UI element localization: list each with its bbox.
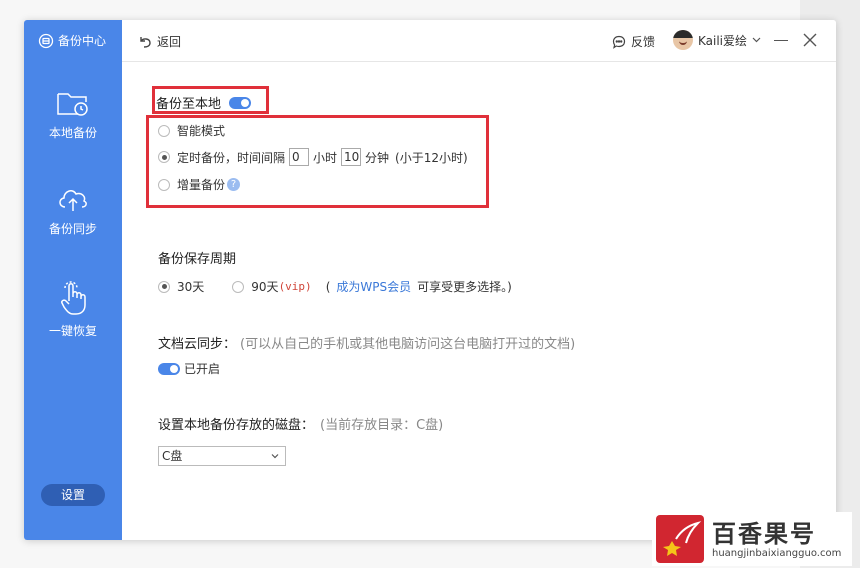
cloud-sync-note: (可以从自己的手机或其他电脑访问这台电脑打开过的文档)	[240, 337, 576, 352]
retention-note-open: (	[325, 279, 331, 294]
watermark-name: 百香果号	[712, 519, 816, 548]
cloud-sync-toggle[interactable]	[158, 362, 180, 375]
sidebar-item-local-backup[interactable]: 本地备份	[24, 88, 122, 141]
cloud-sync-row: 文档云同步： (可以从自己的手机或其他电脑访问这台电脑打开过的文档)	[158, 333, 575, 352]
back-label: 返回	[157, 35, 182, 49]
settings-content: 备份至本地 智能模式 定时备份，时间间隔 小时 分钟 (小于12小时) 增量备份…	[122, 63, 836, 540]
top-bar: 返回 反馈 Kaili爱绘	[122, 20, 836, 62]
avatar	[673, 30, 693, 50]
folder-clock-icon	[57, 93, 88, 116]
disk-note: (当前存放目录：C盘)	[320, 418, 444, 433]
retention-title-row: 备份保存周期	[158, 248, 236, 267]
watermark: 百香果号 huangjinbaixiangguo.com	[652, 512, 852, 566]
disk-select[interactable]: C盘	[158, 446, 286, 466]
back-button[interactable]: 返回	[138, 33, 181, 50]
chat-bubble-icon	[612, 35, 626, 49]
retention-note-rest: 可享受更多选择。)	[417, 280, 512, 294]
backup-center-icon	[38, 33, 54, 48]
cloud-sync-status: 已开启	[184, 362, 221, 376]
retention-90-label: 90天	[251, 280, 279, 294]
sidebar-item-label: 备份同步	[48, 222, 97, 236]
sidebar-item-label: 本地备份	[48, 126, 97, 140]
highlight-box-modes	[146, 115, 489, 208]
vip-tag: (vip)	[278, 280, 312, 293]
disk-title: 设置本地备份存放的磁盘：	[158, 418, 315, 433]
back-arrow-icon	[140, 36, 151, 48]
star-icon	[663, 521, 702, 556]
cloud-sync-status-row: 已开启	[158, 360, 220, 377]
user-name: Kaili爱绘	[698, 33, 748, 48]
retention-title: 备份保存周期	[158, 252, 237, 267]
cloud-upload-icon	[59, 190, 87, 211]
feedback-button[interactable]: 反馈	[612, 33, 655, 50]
close-icon[interactable]	[802, 32, 818, 48]
minimize-button[interactable]	[774, 40, 788, 41]
retention-options: 30天 90天 (vip) ( 成为WPS会员 可享受更多选择。)	[158, 278, 512, 295]
watermark-text: 百香果号 huangjinbaixiangguo.com	[712, 520, 841, 559]
user-menu[interactable]: Kaili爱绘	[673, 30, 761, 50]
sidebar-item-one-click-restore[interactable]: 一键恢复	[24, 280, 122, 339]
disk-selected: C盘	[162, 449, 183, 463]
chevron-down-icon	[752, 37, 761, 43]
brand: 备份中心	[38, 32, 106, 49]
watermark-url: huangjinbaixiangguo.com	[712, 547, 842, 559]
wps-member-link[interactable]: 成为WPS会员	[336, 278, 411, 295]
settings-button[interactable]: 设置	[41, 484, 105, 506]
chevron-down-icon	[271, 454, 279, 459]
sidebar-item-backup-sync[interactable]: 备份同步	[24, 184, 122, 237]
retention-90-radio[interactable]	[232, 280, 245, 293]
brand-label: 备份中心	[58, 34, 107, 48]
sidebar: 备份中心 本地备份 备份同步 一键恢复 设置	[24, 20, 122, 540]
retention-30-radio[interactable]	[158, 280, 170, 293]
hand-pointer-icon	[61, 281, 86, 315]
disk-row: 设置本地备份存放的磁盘： (当前存放目录：C盘)	[158, 414, 443, 433]
watermark-logo	[656, 515, 704, 563]
feedback-label: 反馈	[631, 35, 656, 49]
backup-center-window: 备份中心 本地备份 备份同步 一键恢复 设置 返回 反馈 Kaili爱绘 备份至…	[24, 20, 836, 540]
sidebar-item-label: 一键恢复	[48, 324, 97, 338]
highlight-box-title	[152, 86, 269, 114]
retention-30-label: 30天	[177, 280, 205, 294]
cloud-sync-title: 文档云同步：	[158, 337, 237, 352]
